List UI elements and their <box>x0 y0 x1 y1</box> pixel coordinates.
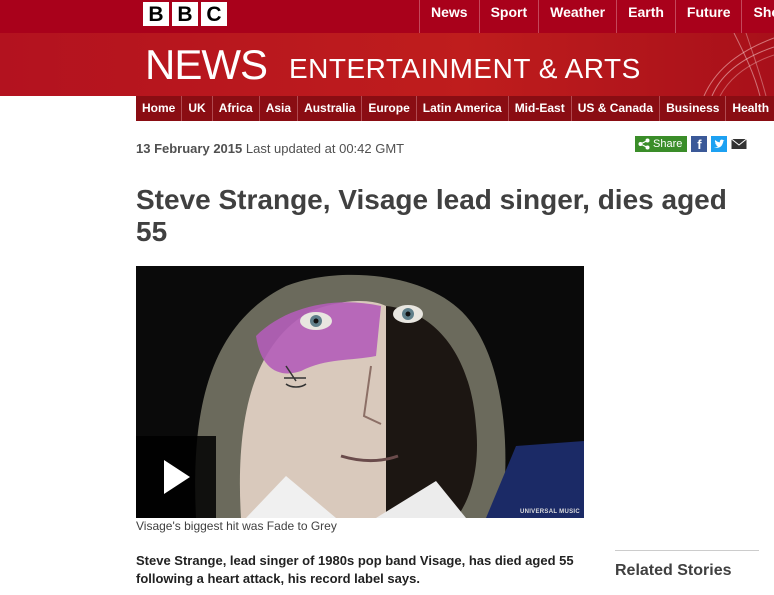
region-nav-africa[interactable]: Africa <box>213 96 260 121</box>
article-date: 13 February 2015 <box>136 141 243 156</box>
region-nav-uk[interactable]: UK <box>182 96 213 121</box>
top-nav-weather[interactable]: Weather <box>538 0 616 33</box>
region-nav-australia[interactable]: Australia <box>298 96 363 121</box>
video-caption: Visage's biggest hit was Fade to Grey <box>136 519 337 533</box>
email-icon[interactable] <box>731 136 748 152</box>
region-nav-business[interactable]: Business <box>660 96 727 121</box>
region-nav-us-canada[interactable]: US & Canada <box>572 96 661 121</box>
top-nav-future[interactable]: Future <box>674 0 742 33</box>
article-headline: Steve Strange, Visage lead singer, dies … <box>136 184 727 247</box>
article-updated: Last updated at 00:42 GMT <box>245 141 405 156</box>
top-nav-shop[interactable]: Shop <box>741 0 774 33</box>
video-credit: UNIVERSAL MUSIC <box>519 509 580 515</box>
region-nav-europe[interactable]: Europe <box>362 96 417 121</box>
twitter-icon[interactable] <box>711 136 728 152</box>
bbc-logo[interactable]: B B C <box>143 2 227 26</box>
play-icon <box>164 460 190 494</box>
share-label: Share <box>653 138 683 150</box>
region-nav-mid-east[interactable]: Mid-East <box>509 96 572 121</box>
region-nav: Home UK Africa Asia Australia Europe Lat… <box>136 96 774 121</box>
share-tools: Share f <box>635 136 748 152</box>
news-banner: NEWS ENTERTAINMENT & ARTS <box>0 33 774 96</box>
news-logo[interactable]: NEWS <box>145 41 268 89</box>
play-button[interactable] <box>136 436 216 518</box>
bbc-logo-c: C <box>201 2 227 26</box>
bbc-top-bar: B B C News Sport Weather Earth Future Sh… <box>0 0 774 33</box>
section-title[interactable]: ENTERTAINMENT & ARTS <box>289 53 641 85</box>
related-stories-heading: Related Stories <box>615 550 759 580</box>
article-dateline: 13 February 2015 Last updated at 00:42 G… <box>136 141 404 156</box>
banner-decoration <box>703 33 774 96</box>
region-nav-asia[interactable]: Asia <box>260 96 299 121</box>
bbc-logo-b2: B <box>172 2 198 26</box>
top-nav-earth[interactable]: Earth <box>616 0 675 33</box>
video-player[interactable]: UNIVERSAL MUSIC <box>136 266 584 518</box>
region-nav-latin-america[interactable]: Latin America <box>417 96 509 121</box>
top-nav: News Sport Weather Earth Future Shop <box>419 0 774 33</box>
top-nav-sport[interactable]: Sport <box>478 0 539 33</box>
share-icon <box>638 138 650 150</box>
region-nav-home[interactable]: Home <box>136 96 183 121</box>
facebook-icon[interactable]: f <box>691 136 708 152</box>
bbc-logo-b1: B <box>143 2 169 26</box>
article-intro: Steve Strange, lead singer of 1980s pop … <box>136 553 574 586</box>
share-button[interactable]: Share <box>635 136 688 152</box>
top-nav-news[interactable]: News <box>419 0 479 33</box>
region-nav-health[interactable]: Health <box>726 96 774 121</box>
